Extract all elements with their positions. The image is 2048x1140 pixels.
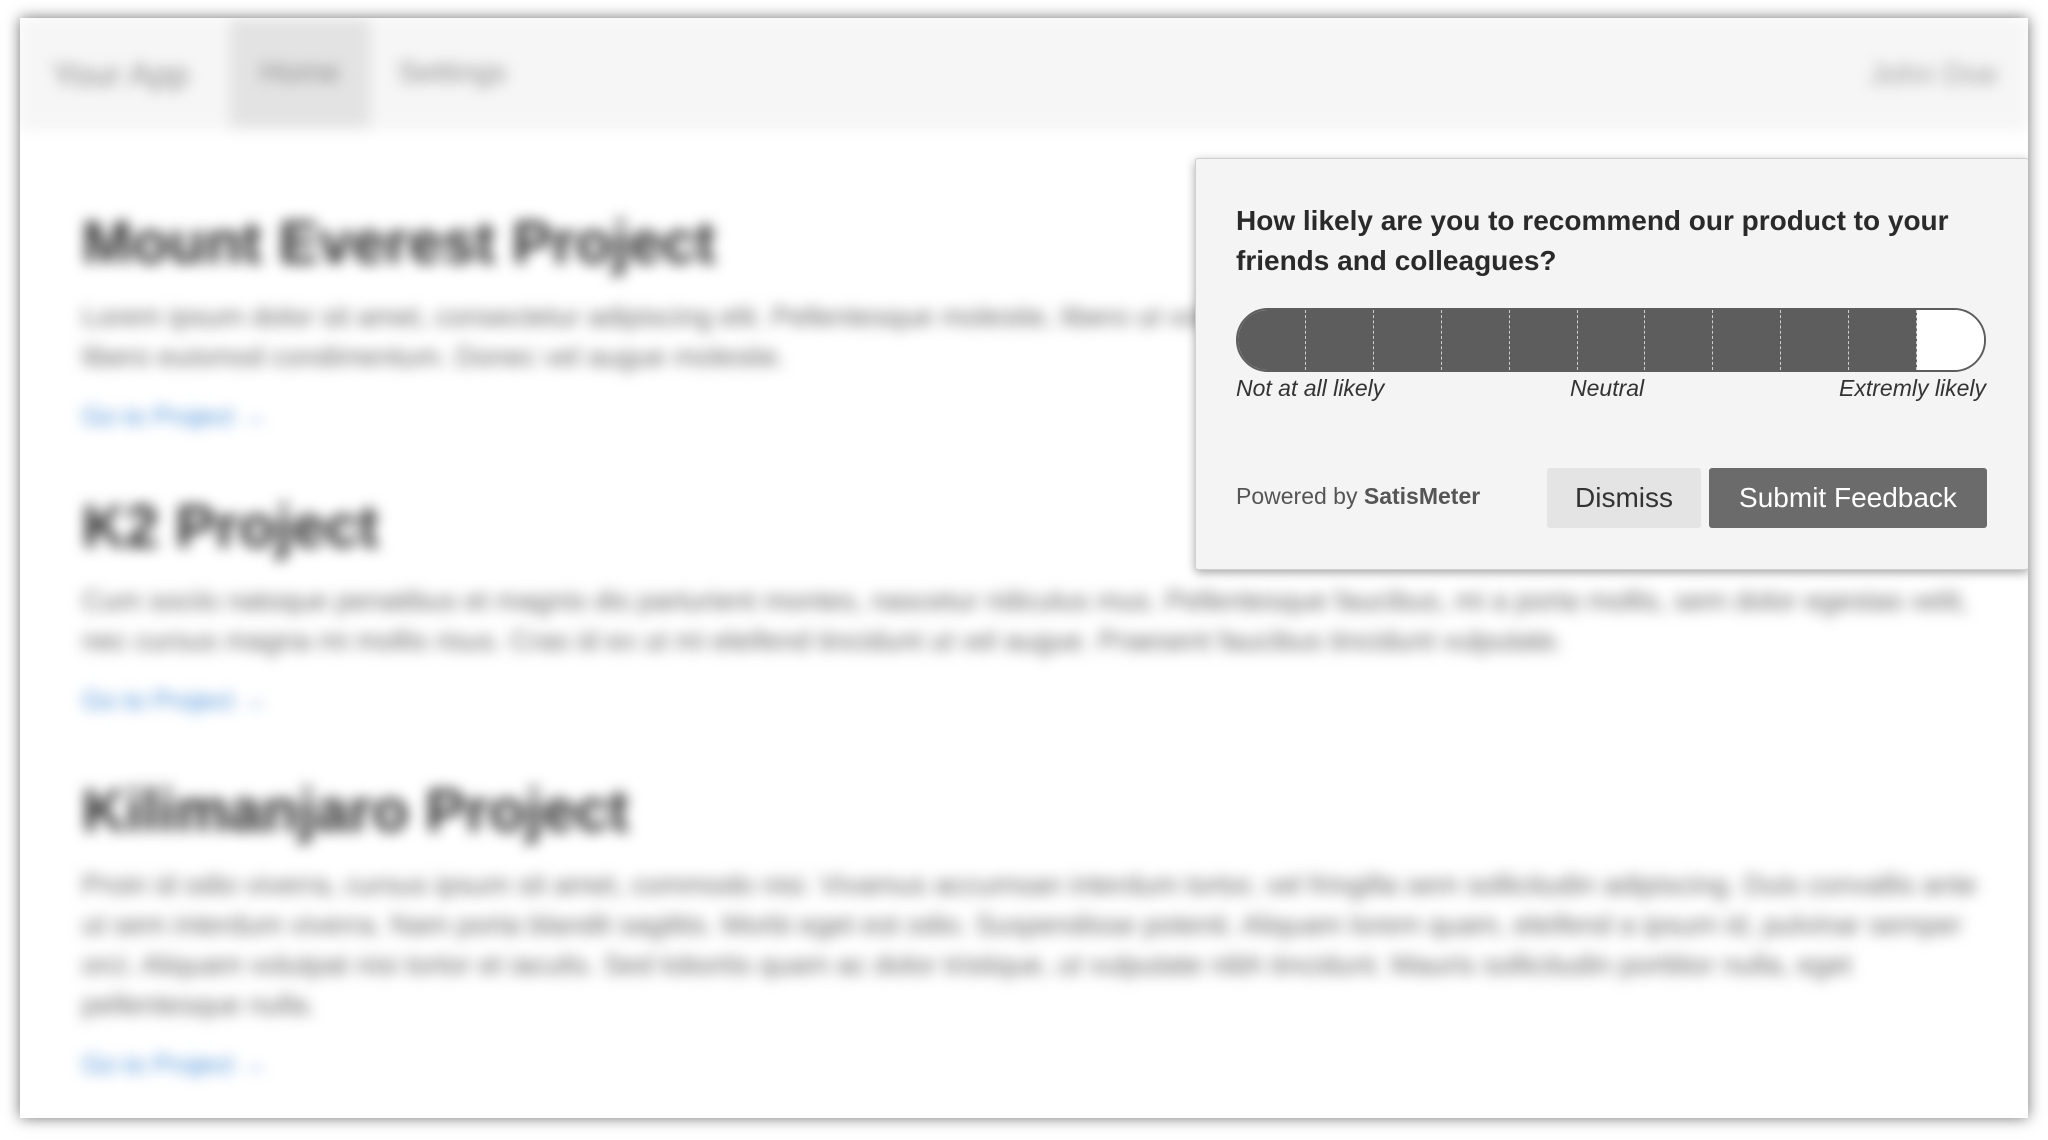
nps-score-option[interactable]: [1238, 310, 1306, 370]
nav-brand[interactable]: Your App: [52, 56, 189, 95]
nps-score-option[interactable]: [1917, 310, 1984, 370]
scale-label-left: Not at all likely: [1236, 375, 1385, 401]
project-link[interactable]: Go to Project →: [82, 1049, 1982, 1080]
nps-rating-scale[interactable]: [1236, 308, 1986, 372]
nav-item-settings[interactable]: Settings: [398, 56, 506, 90]
dismiss-button[interactable]: Dismiss: [1547, 468, 1701, 528]
project-title: Kilimanjaro Project: [82, 777, 629, 844]
nps-score-option[interactable]: [1305, 310, 1374, 370]
scale-labels: Not at all likely Neutral Extremly likel…: [1236, 375, 1986, 409]
project-link[interactable]: Go to Project →: [82, 685, 1982, 716]
nps-score-option[interactable]: [1441, 310, 1510, 370]
nps-score-option[interactable]: [1713, 310, 1782, 370]
nps-survey-widget: How likely are you to recommend our prod…: [1195, 158, 2028, 570]
nps-score-option[interactable]: [1645, 310, 1714, 370]
submit-feedback-button[interactable]: Submit Feedback: [1709, 468, 1987, 528]
navbar: Your App Home Settings John Doe: [20, 18, 2028, 129]
powered-by-brand[interactable]: SatisMeter: [1364, 483, 1480, 509]
powered-by-prefix: Powered by: [1236, 483, 1358, 509]
nps-score-option[interactable]: [1577, 310, 1646, 370]
powered-by: Powered by SatisMeter: [1236, 483, 1480, 510]
app-window: Your App Home Settings John Doe Mount Ev…: [20, 18, 2028, 1118]
project-description: Proin id odio viverra, cursus ipsum sit …: [82, 869, 1977, 1020]
nps-score-option[interactable]: [1781, 310, 1850, 370]
survey-question: How likely are you to recommend our prod…: [1236, 205, 1949, 276]
scale-label-right: Extremly likely: [1839, 375, 1986, 401]
nav-item-home[interactable]: Home: [230, 18, 371, 128]
project-description: Cum sociis natoque penatibus et magnis d…: [82, 585, 1969, 656]
scale-label-middle: Neutral: [1570, 375, 1645, 401]
nps-score-option[interactable]: [1373, 310, 1442, 370]
nps-score-option[interactable]: [1849, 310, 1918, 370]
nav-user[interactable]: John Doe: [1870, 58, 1998, 92]
project-card: Kilimanjaro Project Proin id odio viverr…: [82, 776, 1982, 1080]
nps-score-option[interactable]: [1509, 310, 1578, 370]
